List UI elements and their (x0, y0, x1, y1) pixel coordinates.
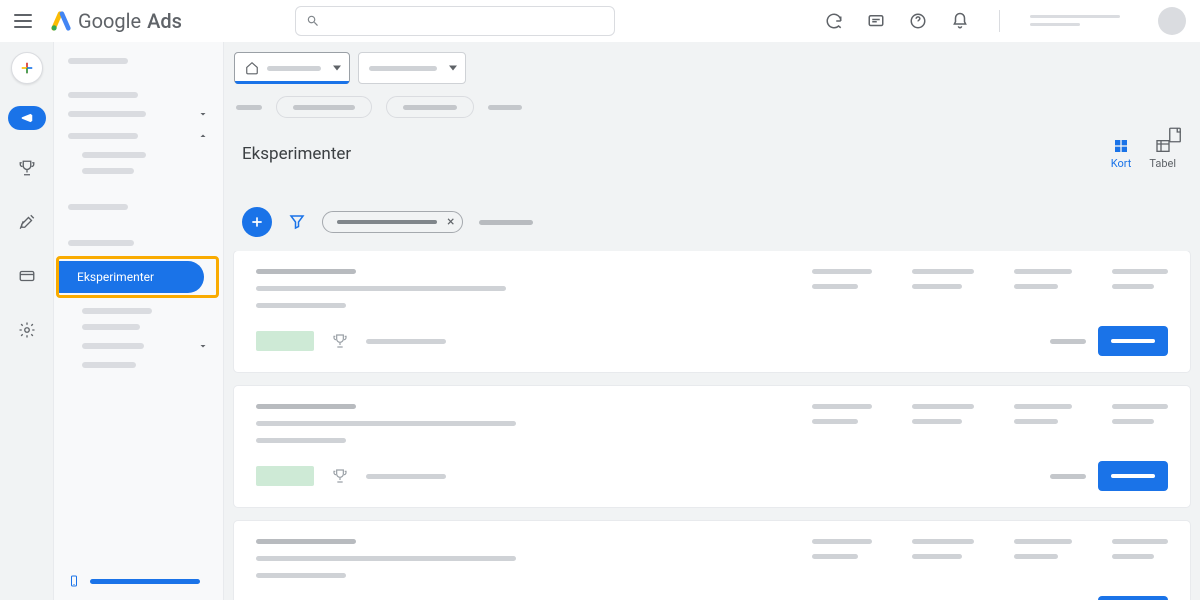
status-badge (256, 331, 314, 351)
view-label: Tabel (1149, 157, 1176, 170)
nav-item-label: Eksperimenter (77, 270, 154, 284)
create-button[interactable] (11, 52, 43, 84)
scope-account[interactable] (234, 52, 350, 84)
card-meta (366, 339, 446, 344)
card-subtitle (256, 303, 346, 308)
trophy-icon (332, 468, 348, 484)
rail-goals[interactable] (11, 152, 43, 184)
section-nav: Eksperimenter (54, 42, 224, 600)
nav-subitem[interactable] (82, 152, 146, 158)
toolbar: × (224, 193, 1200, 251)
nav-subitem[interactable] (82, 362, 136, 368)
home-icon (245, 61, 259, 75)
top-bar: Google Ads (0, 0, 1200, 42)
nav-item[interactable] (68, 58, 128, 64)
card-primary-button[interactable] (1098, 596, 1168, 600)
card-subtitle (256, 286, 506, 291)
card-title (256, 539, 356, 544)
page-header: Eksperimenter Kort Tabel (224, 128, 1200, 170)
app-body: Eksperimenter (0, 42, 1200, 600)
nav-subitem[interactable] (82, 308, 152, 314)
brand-ads: Ads (147, 9, 182, 33)
nav-item[interactable] (68, 204, 128, 210)
nav-rail (0, 42, 54, 600)
scope-campaign[interactable] (358, 52, 466, 84)
trophy-icon (332, 333, 348, 349)
notifications-icon[interactable] (951, 12, 969, 30)
card-primary-button[interactable] (1098, 326, 1168, 356)
nav-subitem[interactable] (82, 324, 140, 330)
card-primary-button[interactable] (1098, 461, 1168, 491)
toolbar-text (479, 220, 533, 225)
separator (999, 10, 1000, 32)
top-utilities (825, 7, 1186, 35)
remove-filter-icon[interactable]: × (447, 215, 454, 229)
rail-billing[interactable] (11, 260, 43, 292)
card-subtitle (256, 438, 346, 443)
view-label: Kort (1111, 157, 1132, 170)
experiment-list (224, 251, 1200, 600)
ads-logo-icon (50, 10, 72, 32)
help-icon[interactable] (909, 12, 927, 30)
nav-subitem[interactable] (82, 168, 134, 174)
page-title: Eksperimenter (242, 144, 351, 164)
nav-item-expandable[interactable] (68, 108, 215, 120)
card-subtitle (256, 556, 516, 561)
rail-admin[interactable] (11, 314, 43, 346)
message-icon[interactable] (867, 12, 885, 30)
card-subtitle (256, 573, 346, 578)
breadcrumb-bar (224, 90, 1200, 128)
nav-item-expandable[interactable] (68, 130, 215, 142)
product-logo[interactable]: Google Ads (50, 9, 182, 33)
tutorial-highlight: Eksperimenter (56, 256, 219, 298)
add-experiment-button[interactable] (242, 207, 272, 237)
filter-icon[interactable] (288, 213, 306, 231)
view-cards[interactable]: Kort (1111, 138, 1132, 170)
menu-icon[interactable] (14, 14, 32, 28)
filter-chip[interactable]: × (322, 211, 463, 233)
experiment-card[interactable] (234, 521, 1190, 600)
user-avatar[interactable] (1158, 7, 1186, 35)
nav-item[interactable] (68, 240, 134, 246)
crumb[interactable] (236, 105, 262, 110)
rail-tools[interactable] (11, 206, 43, 238)
card-link[interactable] (1050, 339, 1086, 344)
sub-tabs (224, 170, 1200, 193)
sidebar-footer-link[interactable] (68, 574, 200, 588)
card-title (256, 404, 356, 409)
experiment-card[interactable] (234, 251, 1190, 372)
experiment-card[interactable] (234, 386, 1190, 507)
scope-switcher (224, 42, 1200, 90)
reports-icon[interactable] (1166, 126, 1184, 144)
account-switcher[interactable] (1030, 15, 1120, 26)
status-badge (256, 466, 314, 486)
nav-item-experiments[interactable]: Eksperimenter (59, 261, 204, 293)
card-link[interactable] (1050, 474, 1086, 479)
card-subtitle (256, 421, 516, 426)
search-input[interactable] (295, 6, 615, 36)
refresh-icon[interactable] (825, 12, 843, 30)
brand-google: Google (78, 9, 141, 33)
card-meta (366, 474, 446, 479)
search-icon (306, 14, 320, 28)
rail-campaigns[interactable] (8, 106, 46, 130)
nav-item[interactable] (68, 92, 138, 98)
crumb-chip[interactable] (386, 96, 474, 118)
crumb-chip[interactable] (276, 96, 372, 118)
crumb[interactable] (488, 105, 522, 110)
main-content: Eksperimenter Kort Tabel (224, 42, 1200, 600)
card-title (256, 269, 356, 274)
nav-item-expandable[interactable] (68, 340, 215, 352)
